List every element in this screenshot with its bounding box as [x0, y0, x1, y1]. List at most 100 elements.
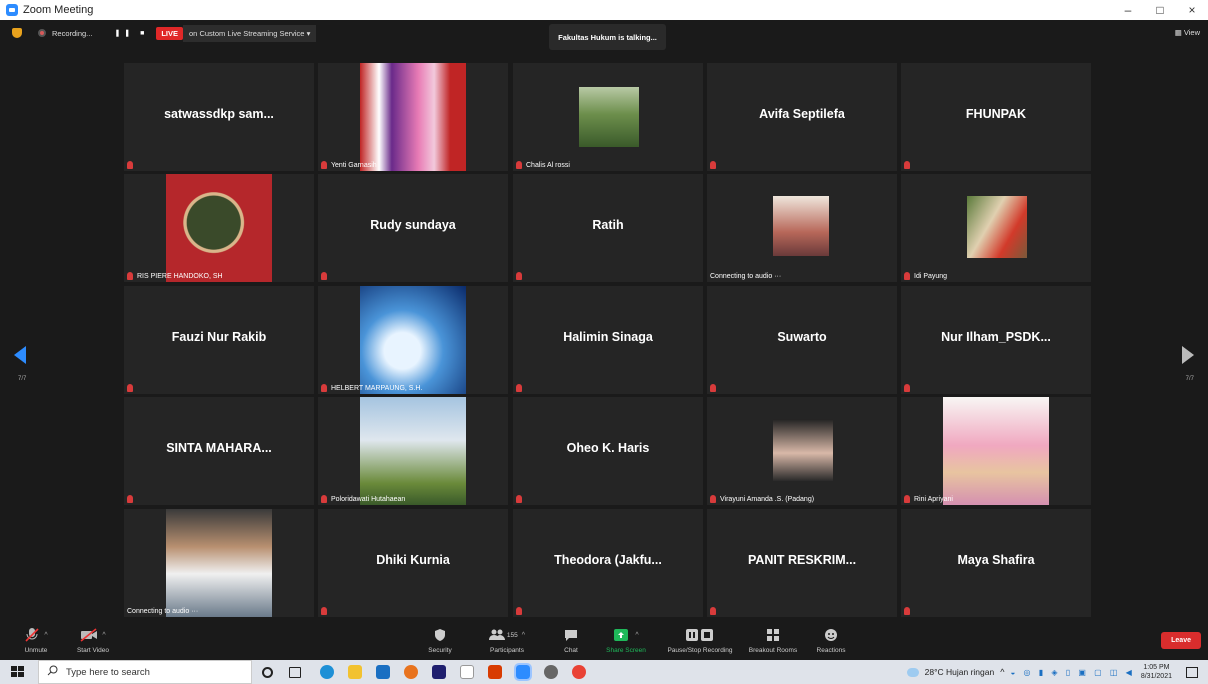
settings-gear-icon[interactable] — [544, 665, 558, 679]
muted-mic-icon — [516, 272, 522, 280]
search-icon — [47, 665, 58, 679]
participant-caption-text: Poloridawati Hutahaean — [331, 495, 406, 503]
close-button[interactable]: × — [1176, 0, 1208, 20]
pause-stop-recording-button[interactable]: Pause/Stop Recording — [660, 626, 740, 654]
participant-caption — [127, 161, 133, 169]
tray-expand-icon[interactable]: ^ — [1000, 667, 1004, 677]
clock-date: 8/31/2021 — [1140, 673, 1172, 680]
muted-mic-icon — [904, 607, 910, 615]
muted-mic-icon — [321, 607, 327, 615]
participant-tile[interactable]: HELBERT MARPAUNG, S.H. — [318, 286, 508, 394]
participant-video — [579, 87, 639, 147]
participant-tile[interactable]: Rudy sundaya — [318, 174, 508, 282]
participant-caption — [904, 384, 910, 392]
notifications-icon[interactable] — [1186, 666, 1198, 678]
participant-video — [166, 509, 272, 617]
unmute-button[interactable]: ^ Unmute — [18, 626, 54, 654]
notepad-icon[interactable] — [460, 665, 474, 679]
participant-caption-text: Connecting to audio ··· — [710, 273, 782, 280]
participant-gallery: satwassdkp sam... Yenti Garnasih Chalis Al… — [124, 63, 1094, 618]
participant-name: SINTA MAHARA... — [166, 441, 272, 455]
share-screen-button[interactable]: ^ Share Screen — [600, 626, 652, 654]
participant-tile[interactable]: Ratih — [513, 174, 703, 282]
participant-name: Halimin Sinaga — [563, 330, 653, 344]
participant-tile[interactable]: Connecting to audio ··· — [707, 174, 897, 282]
breakout-rooms-icon — [744, 626, 802, 644]
maximize-button[interactable]: □ — [1144, 0, 1176, 20]
leave-button[interactable]: Leave — [1161, 632, 1201, 649]
participant-caption: Chalis Al rossi — [516, 161, 570, 169]
security-button[interactable]: Security — [422, 626, 458, 654]
participant-tile[interactable]: Halimin Sinaga — [513, 286, 703, 394]
participant-tile[interactable]: Rini Apriyani — [901, 397, 1091, 505]
office-icon[interactable] — [488, 665, 502, 679]
participant-tile[interactable]: SINTA MAHARA... — [124, 397, 314, 505]
previous-page-arrow-icon[interactable] — [14, 346, 26, 364]
chrome-icon[interactable] — [572, 665, 586, 679]
participant-tile[interactable]: Maya Shafira — [901, 509, 1091, 617]
chat-label: Chat — [564, 647, 578, 654]
muted-mic-icon — [710, 161, 716, 169]
chat-button[interactable]: Chat — [556, 626, 586, 654]
page-indicator-right: 7/7 — [1185, 376, 1194, 382]
tray-icons[interactable]: ◒ ◎ ▮ ◈ ▯ ▣ ▢ ◫ ◀ — [1010, 668, 1134, 677]
participant-caption — [516, 272, 522, 280]
muted-mic-icon — [904, 272, 910, 280]
live-badge: LIVE — [156, 26, 184, 40]
weather-text[interactable]: 28°C Hujan ringan — [925, 667, 995, 677]
participant-tile[interactable]: Suwarto — [707, 286, 897, 394]
pause-stop-recording-controls[interactable]: ❚❚ ■ — [114, 29, 148, 37]
breakout-rooms-button[interactable]: Breakout Rooms — [744, 626, 802, 654]
participant-tile[interactable]: FHUNPAK — [901, 63, 1091, 171]
participant-name: Ratih — [592, 218, 624, 232]
participant-caption — [710, 161, 716, 169]
muted-mic-icon — [321, 384, 327, 392]
participant-tile[interactable]: satwassdkp sam... — [124, 63, 314, 171]
participant-caption: Connecting to audio ··· — [710, 273, 781, 280]
participant-caption: Poloridawati Hutahaean — [321, 495, 405, 503]
security-label: Security — [428, 647, 452, 654]
muted-mic-icon — [321, 495, 327, 503]
participant-tile[interactable]: Fauzi Nur Rakib — [124, 286, 314, 394]
live-stream-dropdown[interactable]: on Custom Live Streaming Service ▾ — [183, 24, 317, 42]
participant-tile[interactable]: Idi Payung — [901, 174, 1091, 282]
participant-caption-text: Chalis Al rossi — [526, 161, 570, 169]
window-controls: – □ × — [1112, 0, 1208, 20]
window-titlebar: Zoom Meeting – □ × — [0, 0, 1208, 20]
taskbar-search-box[interactable]: Type here to search — [38, 660, 252, 684]
participant-tile[interactable]: Connecting to audio ··· — [124, 509, 314, 617]
zoom-taskbar-icon[interactable] — [514, 663, 532, 681]
participant-caption — [321, 607, 327, 615]
firefox-icon[interactable] — [404, 665, 418, 679]
taskbar-clock[interactable]: 1:05 PM 8/31/2021 — [1141, 663, 1172, 681]
windows-start-icon[interactable] — [11, 666, 24, 678]
mail-icon[interactable] — [376, 665, 390, 679]
cortana-icon[interactable] — [262, 667, 273, 678]
participant-tile[interactable]: Nur Ilham_PSDK... — [901, 286, 1091, 394]
participant-video — [360, 286, 466, 394]
edge-browser-icon[interactable] — [320, 665, 334, 679]
task-view-icon[interactable] — [289, 667, 301, 678]
zoom-logo-icon — [6, 4, 18, 16]
minimize-button[interactable]: – — [1112, 0, 1144, 20]
participant-tile[interactable]: Oheo K. Haris — [513, 397, 703, 505]
view-button[interactable]: ▦ View — [1175, 28, 1200, 37]
participant-name: Maya Shafira — [957, 553, 1035, 567]
next-page-arrow-icon[interactable] — [1182, 346, 1194, 364]
reactions-button[interactable]: Reactions — [810, 626, 852, 654]
participant-tile[interactable]: RIS PIERE HANDOKO, SH — [124, 174, 314, 282]
file-explorer-icon[interactable] — [348, 665, 362, 679]
participant-tile[interactable]: Dhiki Kurnia — [318, 509, 508, 617]
encryption-shield-icon[interactable] — [12, 28, 22, 38]
participant-tile[interactable]: Avifa Septilefa — [707, 63, 897, 171]
participant-tile[interactable]: Theodora (Jakfu... — [513, 509, 703, 617]
participant-tile[interactable]: Chalis Al rossi — [513, 63, 703, 171]
participant-caption: Idi Payung — [904, 272, 947, 280]
participant-tile[interactable]: Poloridawati Hutahaean — [318, 397, 508, 505]
participant-tile[interactable]: Virayuni Amanda .S. (Padang) — [707, 397, 897, 505]
participant-tile[interactable]: PANIT RESKRIM... — [707, 509, 897, 617]
dropbox-icon[interactable] — [432, 665, 446, 679]
participants-button[interactable]: 155 ^ Participants — [482, 626, 532, 654]
participant-tile[interactable]: Yenti Garnasih — [318, 63, 508, 171]
start-video-button[interactable]: ^ Start Video — [70, 626, 116, 654]
